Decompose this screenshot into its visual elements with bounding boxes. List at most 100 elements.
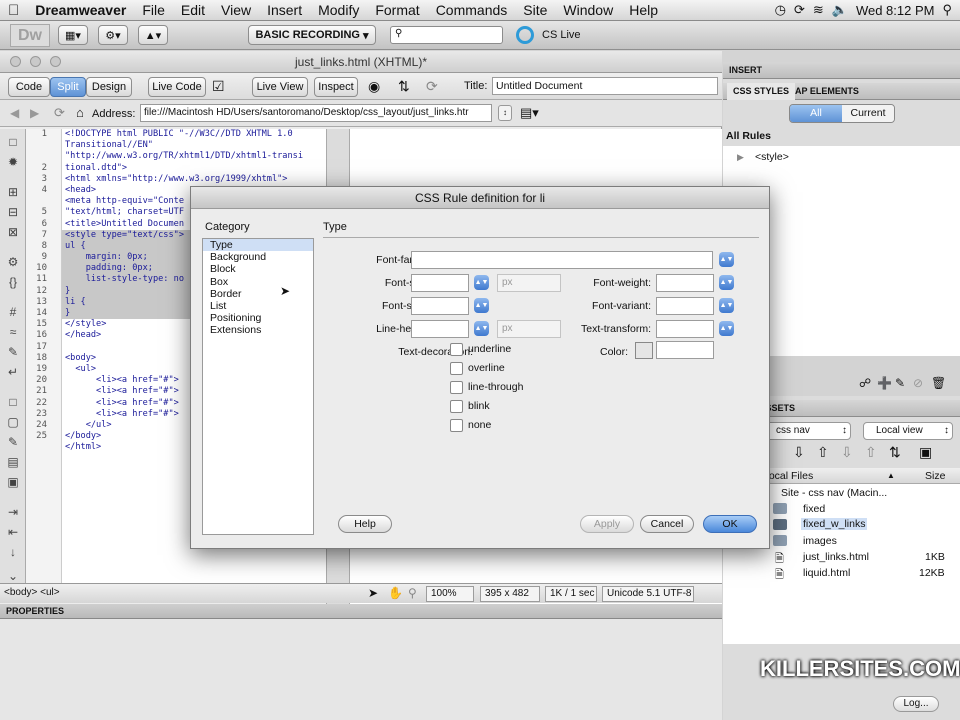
font-weight-spinner-icon[interactable]: ▲▼ — [719, 275, 734, 290]
word-wrap-icon[interactable]: ↵ — [5, 365, 21, 379]
hand-tool-icon[interactable]: ✋ — [388, 586, 403, 600]
split-view-button[interactable]: Split — [50, 77, 86, 97]
menu-site[interactable]: Site — [515, 2, 555, 18]
category-list-item[interactable]: List — [203, 300, 313, 312]
color-picker-icon[interactable] — [635, 342, 653, 359]
code-view-button[interactable]: Code — [8, 77, 50, 97]
font-family-spinner-icon[interactable]: ▲▼ — [719, 252, 734, 267]
file-item[interactable]: fixed — [803, 503, 825, 515]
cs-live-icon[interactable] — [516, 26, 534, 44]
menu-commands[interactable]: Commands — [428, 2, 516, 18]
wifi-icon[interactable]: ≋ — [813, 2, 824, 18]
visual-aids-icon[interactable]: ▤▾ — [520, 105, 539, 121]
line-through-checkbox[interactable] — [450, 381, 463, 394]
font-weight-field[interactable] — [656, 274, 714, 292]
font-style-spinner-icon[interactable]: ▲▼ — [474, 298, 489, 313]
move-css-icon[interactable]: ▣ — [5, 475, 21, 489]
minimize-icon[interactable] — [30, 56, 41, 67]
category-background[interactable]: Background — [203, 251, 313, 263]
insert-panel-header[interactable]: INSERT — [723, 62, 960, 79]
color-field[interactable] — [656, 341, 714, 359]
clock[interactable]: Wed 8:12 PM — [856, 3, 935, 18]
design-view-button[interactable]: Design — [86, 77, 132, 97]
inspect-button[interactable]: Inspect — [314, 77, 358, 97]
site-root-item[interactable]: Site - css nav (Macin... — [781, 487, 887, 499]
none-checkbox[interactable] — [450, 419, 463, 432]
underline-checkbox[interactable] — [450, 343, 463, 356]
category-positioning[interactable]: Positioning — [203, 312, 313, 324]
recent-snippets-icon[interactable]: ▤ — [5, 455, 21, 469]
show-code-navigator-icon[interactable]: ✹ — [5, 155, 21, 169]
category-border[interactable]: Border — [203, 288, 313, 300]
file-management-icon[interactable]: ⇅ — [398, 78, 410, 95]
line-height-field[interactable] — [411, 320, 469, 338]
put-files-icon[interactable]: ⇧ — [817, 444, 829, 461]
apply-button[interactable]: Apply — [580, 515, 634, 533]
cancel-button[interactable]: Cancel — [640, 515, 694, 533]
time-machine-icon[interactable]: ◷ — [775, 2, 786, 18]
attach-stylesheet-icon[interactable]: ☍ — [859, 376, 871, 390]
category-box[interactable]: Box — [203, 276, 313, 288]
code-line[interactable]: <html xmlns="http://www.w3.org/1999/xhtm… — [62, 174, 326, 185]
address-dropdown-icon[interactable]: ↕ — [498, 105, 512, 121]
workspace-switcher[interactable]: BASIC RECORDING ▾ — [248, 25, 376, 45]
cs-live-label[interactable]: CS Live — [542, 29, 581, 41]
title-field[interactable]: Untitled Document — [492, 77, 718, 95]
address-field[interactable]: file:///Macintosh HD/Users/santoromano/D… — [140, 104, 492, 122]
view-select[interactable]: Local view ↕ — [863, 422, 953, 440]
overline-checkbox[interactable] — [450, 362, 463, 375]
menu-insert[interactable]: Insert — [259, 2, 310, 18]
blink-label[interactable]: blink — [468, 400, 490, 412]
syntax-coloring-icon[interactable]: ✎ — [5, 345, 21, 359]
properties-header[interactable]: PROPERTIES — [0, 604, 722, 619]
reload-icon[interactable]: ⟳ — [54, 105, 65, 121]
file-item[interactable]: images — [803, 535, 837, 547]
code-line[interactable]: Transitional//EN" — [62, 140, 326, 151]
globe-icon[interactable]: ◉ — [368, 78, 380, 95]
window-size[interactable]: 395 x 482 — [480, 586, 540, 602]
font-variant-spinner-icon[interactable]: ▲▼ — [719, 298, 734, 313]
text-transform-spinner-icon[interactable]: ▲▼ — [719, 321, 734, 336]
expand-files-icon[interactable]: ▣ — [919, 444, 932, 461]
spotlight-icon[interactable]: ⚲ — [942, 2, 952, 18]
open-documents-icon[interactable]: □ — [5, 135, 21, 149]
line-height-spinner-icon[interactable]: ▲▼ — [474, 321, 489, 336]
remove-comment-icon[interactable]: ▢ — [5, 415, 21, 429]
highlight-invalid-icon[interactable]: ≈ — [5, 325, 21, 339]
ok-button[interactable]: OK — [703, 515, 757, 533]
back-icon[interactable]: ◀ — [10, 106, 19, 120]
tab-ap-elements[interactable]: AP ELEMENTS — [789, 83, 865, 100]
font-style-field[interactable] — [411, 297, 469, 315]
font-size-spinner-icon[interactable]: ▲▼ — [474, 275, 489, 290]
file-item[interactable]: liquid.html — [803, 567, 850, 579]
zoom-icon[interactable] — [50, 56, 61, 67]
code-line[interactable]: "http://www.w3.org/TR/xhtml1/DTD/xhtml1-… — [62, 151, 326, 162]
extend-icon[interactable]: ⚙▾ — [98, 25, 128, 45]
check-out-icon[interactable]: ⇧ — [865, 444, 877, 461]
check-in-icon[interactable]: ⇩ — [841, 444, 853, 461]
forward-icon[interactable]: ▶ — [30, 106, 39, 120]
menu-file[interactable]: File — [134, 2, 173, 18]
menu-window[interactable]: Window — [555, 2, 621, 18]
volume-icon[interactable]: 🔈 — [832, 2, 848, 18]
underline-label[interactable]: underline — [468, 343, 511, 355]
refresh-icon[interactable]: ⟳ — [426, 78, 438, 95]
tag-selector[interactable]: <body> <ul> — [4, 587, 60, 598]
delete-rule-icon[interactable]: 🗑 — [931, 376, 946, 390]
outdent-icon[interactable]: ⇤ — [5, 525, 21, 539]
site-select[interactable]: css nav ↕ — [761, 422, 851, 440]
category-block[interactable]: Block — [203, 263, 313, 275]
text-transform-field[interactable] — [656, 320, 714, 338]
new-rule-icon[interactable]: ➕ — [877, 376, 892, 390]
overline-label[interactable]: overline — [468, 362, 505, 374]
collapse-tag-icon[interactable]: ⊞ — [5, 185, 21, 199]
font-family-field[interactable] — [411, 251, 713, 269]
live-view-button[interactable]: Live View — [252, 77, 308, 97]
size-header[interactable]: Size — [925, 468, 945, 484]
layout-icon[interactable]: ▦▾ — [58, 25, 88, 45]
disable-rule-icon[interactable]: ⊘ — [913, 376, 923, 390]
line-numbers-icon[interactable]: # — [5, 305, 21, 319]
category-type[interactable]: Type — [203, 239, 313, 252]
apple-icon[interactable]:  — [0, 2, 27, 19]
font-variant-field[interactable] — [656, 297, 714, 315]
